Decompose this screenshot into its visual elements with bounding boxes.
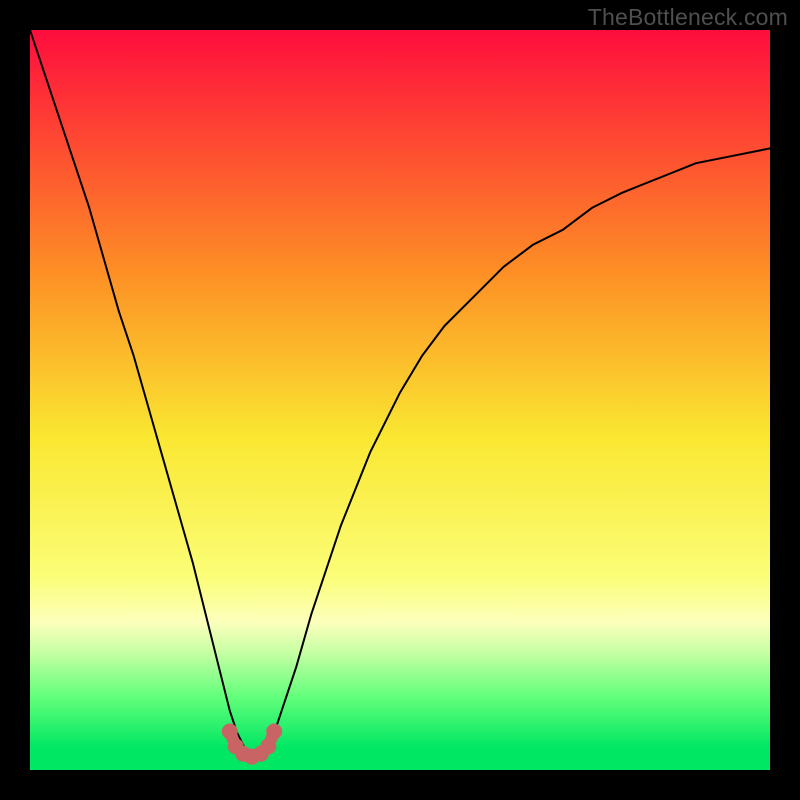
chart-frame: TheBottleneck.com bbox=[0, 0, 800, 800]
valley-dot bbox=[260, 738, 276, 754]
watermark-text: TheBottleneck.com bbox=[588, 4, 788, 31]
valley-dot bbox=[222, 724, 238, 740]
gradient-background bbox=[30, 30, 770, 770]
valley-dot bbox=[266, 724, 282, 740]
plot-area bbox=[30, 30, 770, 770]
bottleneck-chart bbox=[30, 30, 770, 770]
